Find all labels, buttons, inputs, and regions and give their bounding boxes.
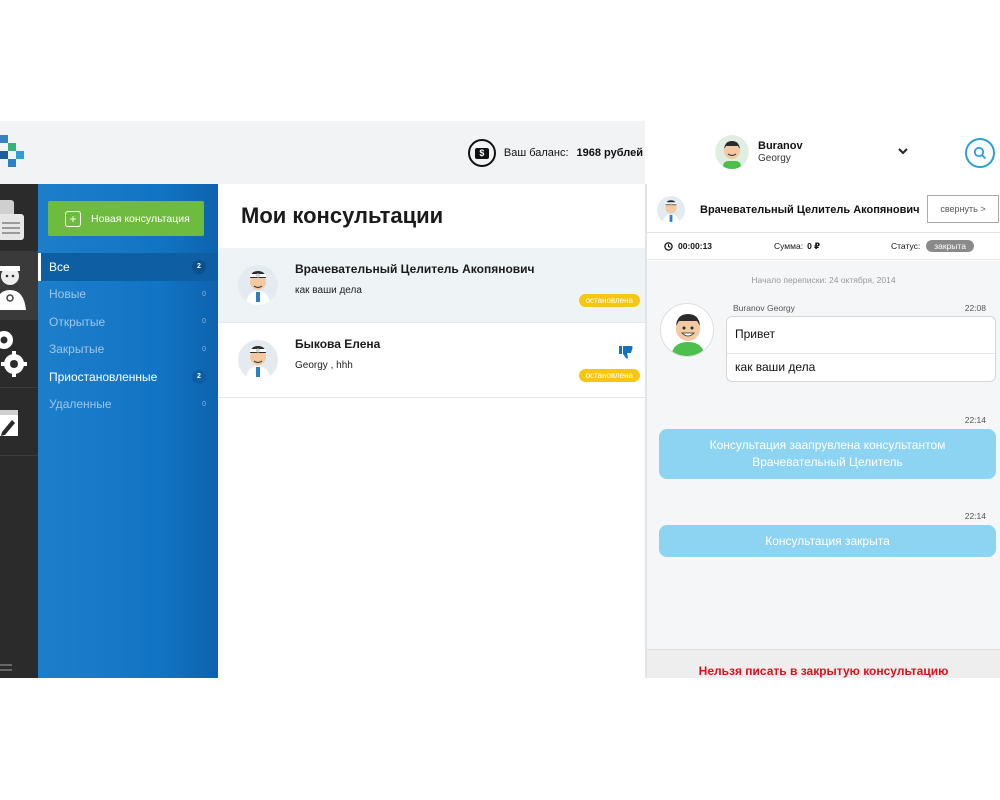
filter-count: 2: [192, 259, 206, 274]
system-message-text: Врачевательный Целитель: [752, 455, 903, 469]
sum-label: Сумма:: [774, 241, 804, 251]
rail-doctors[interactable]: [0, 252, 38, 320]
filter-closed[interactable]: Закрытые 0: [38, 336, 218, 364]
page-title: Мои консультации: [241, 203, 444, 228]
user-bar: Buranov Georgy: [645, 121, 1000, 184]
balance-value: 1968 рублей: [576, 147, 643, 159]
message-divider: [727, 353, 995, 354]
status-label: Статус:: [891, 241, 921, 251]
filter-label: Закрытые: [49, 342, 105, 357]
clock-icon: [664, 241, 673, 251]
balance-display: $ Ваш баланс: 1968 рублей: [467, 139, 643, 167]
filter-all[interactable]: Все 2: [38, 253, 218, 281]
user-first-name[interactable]: Buranov: [758, 140, 803, 152]
filter-count: 0: [202, 318, 206, 326]
new-consultation-button[interactable]: + Новая консультация: [48, 201, 204, 236]
filter-panel: + Новая консультация Все 2 Новые 0 Откры…: [38, 184, 218, 678]
chat-header: Врачевательный Целитель Акопянович сверн…: [647, 184, 1000, 233]
list-item[interactable]: Врачевательный Целитель Акопянович как в…: [218, 248, 645, 323]
plus-icon: +: [65, 210, 81, 227]
last-message: Georgy , hhh: [295, 360, 353, 371]
avatar: [660, 303, 714, 357]
rail-edit[interactable]: [0, 388, 38, 456]
avatar[interactable]: [715, 135, 749, 169]
filter-count: 0: [202, 290, 206, 298]
filter-label: Приостановленные: [49, 369, 158, 384]
filter-label: Все: [49, 259, 70, 274]
system-message: Консультация заапрувлена консультантом В…: [659, 429, 996, 479]
doctor-avatar: [238, 265, 278, 305]
last-message: как ваши дела: [295, 285, 362, 296]
doctor-avatar: [657, 196, 685, 224]
settings-icon: [0, 331, 27, 377]
message-time: 22:08: [964, 303, 986, 313]
filter-count: 0: [202, 400, 206, 408]
chat-footer: Нельзя писать в закрытую консультацию: [647, 649, 1000, 678]
status-badge: остановлена: [578, 294, 640, 307]
filter-label: Удаленные: [49, 397, 112, 412]
timer-value: 00:00:13: [678, 241, 713, 251]
consultant-name: Быкова Елена: [295, 337, 381, 351]
search-icon: [973, 146, 987, 160]
chevron-down-icon[interactable]: [897, 145, 909, 157]
filter-open[interactable]: Открытые 0: [38, 308, 218, 336]
rail-settings[interactable]: [0, 320, 38, 388]
filter-deleted[interactable]: Удаленные 0: [38, 391, 218, 419]
filter-count: 2: [192, 369, 206, 384]
doctor-avatar: [238, 340, 278, 380]
new-consultation-label: Новая консультация: [91, 212, 190, 225]
filter-suspended[interactable]: Приостановленные 2: [38, 363, 218, 391]
search-button[interactable]: [965, 138, 995, 168]
system-message-text: Консультация заапрувлена консультантом: [709, 438, 946, 452]
message-bubble: Привет как ваши дела: [726, 316, 996, 382]
icon-rail: [0, 184, 38, 678]
chat-panel: Врачевательный Целитель Акопянович сверн…: [645, 184, 1000, 678]
system-message: Консультация закрыта: [659, 525, 996, 557]
top-header: $ Ваш баланс: 1968 рублей: [0, 121, 645, 184]
filter-new[interactable]: Новые 0: [38, 281, 218, 309]
rail-consultations[interactable]: [0, 184, 38, 252]
chat-title: Врачевательный Целитель Акопянович: [700, 204, 920, 216]
status: Статус: закрыта: [891, 240, 974, 252]
edit-icon: [0, 410, 18, 436]
filter-count: 0: [202, 345, 206, 353]
sum: Сумма: 0 ₽: [774, 241, 820, 252]
filter-label: Открытые: [49, 314, 106, 329]
list-item[interactable]: Быкова Елена Georgy , hhh остановлена: [218, 323, 645, 398]
consultation-list: Мои консультации Врачевательный Целитель…: [218, 184, 645, 678]
filter-list: Все 2 Новые 0 Открытые 0 Закрытые 0 Прио…: [38, 253, 218, 418]
consultant-name: Врачевательный Целитель Акопянович: [295, 262, 535, 276]
collapse-button[interactable]: свернуть >: [927, 195, 999, 223]
dislike-icon[interactable]: [618, 344, 634, 360]
wallet-icon: $: [467, 139, 496, 167]
message-text: Привет: [735, 327, 776, 341]
chat-messages: Начало переписки: 24 октября, 2014 Buran…: [647, 261, 1000, 649]
user-last-name[interactable]: Georgy: [758, 153, 791, 164]
message-author: Buranov Georgy: [733, 303, 795, 313]
system-message-time: 22:14: [964, 511, 986, 521]
app-window: $ Ваш баланс: 1968 рублей Buranov Georgy: [0, 121, 1000, 678]
status-badge: закрыта: [926, 240, 974, 252]
timer: 00:00:13: [664, 241, 712, 251]
sum-value: 0 ₽: [807, 241, 821, 251]
balance-label: Ваш баланс:: [503, 147, 569, 159]
chat-list-icon: [0, 200, 24, 240]
filter-label: Новые: [49, 287, 87, 302]
doctor-icon: [0, 266, 26, 310]
logo-icon[interactable]: [0, 135, 24, 169]
chat-stats: 00:00:13 Сумма: 0 ₽ Статус: закрыта: [647, 233, 1000, 260]
system-message-text: Консультация закрыта: [765, 533, 890, 548]
message-text: как ваши дела: [735, 360, 816, 374]
rail-resize-handle[interactable]: [0, 664, 12, 674]
chat-start-date: Начало переписки: 24 октября, 2014: [751, 275, 896, 285]
system-message-time: 22:14: [964, 415, 986, 425]
closed-warning: Нельзя писать в закрытую консультацию: [698, 664, 949, 678]
status-badge: остановлена: [578, 369, 640, 382]
